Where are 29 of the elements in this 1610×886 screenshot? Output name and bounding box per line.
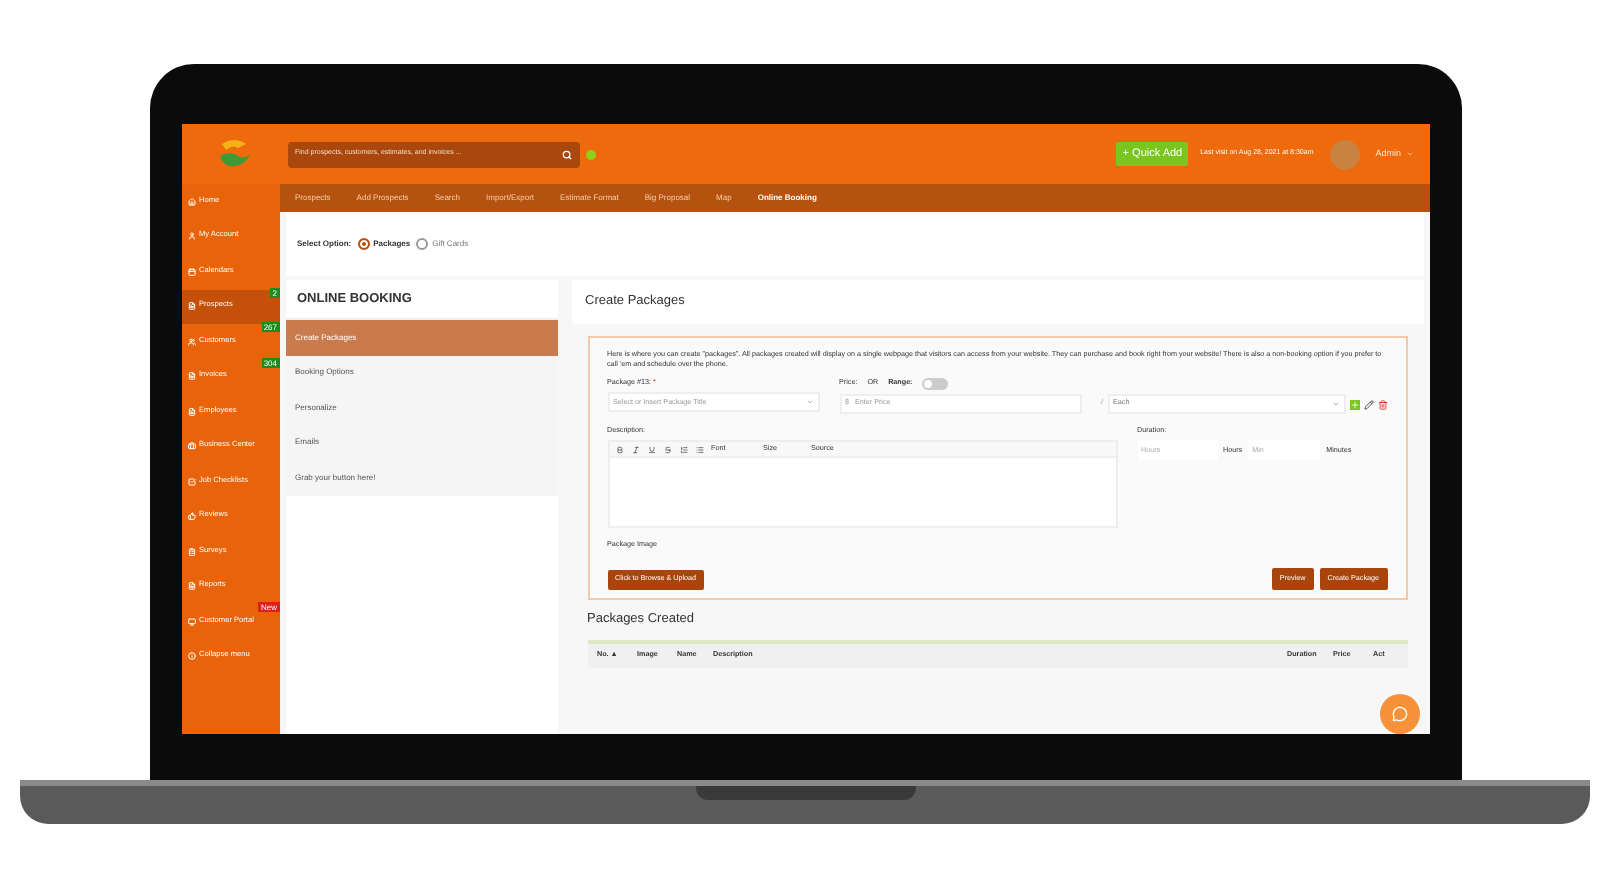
menu-icon (187, 337, 195, 346)
radio-button[interactable] (416, 238, 429, 250)
menu-icon (187, 477, 195, 486)
menu-icon (187, 302, 195, 311)
chat-icon (1391, 706, 1407, 722)
numbered-list-icon[interactable] (679, 445, 687, 454)
menu-icon (187, 267, 195, 276)
menu-icon (187, 652, 195, 661)
menu-icon (187, 617, 195, 626)
search-icon[interactable] (561, 149, 571, 159)
menu-icon (187, 582, 195, 591)
edit-icon[interactable] (1363, 399, 1373, 409)
italic-icon[interactable] (631, 445, 639, 454)
strikethrough-icon[interactable] (663, 445, 671, 454)
menu-icon (187, 442, 195, 451)
chat-button[interactable] (1379, 694, 1419, 734)
add-icon[interactable] (1349, 399, 1359, 409)
menu-icon (187, 232, 195, 241)
bold-icon[interactable] (615, 445, 623, 454)
delete-icon[interactable] (1377, 399, 1387, 409)
radio-button[interactable] (357, 238, 370, 250)
menu-icon (187, 407, 195, 416)
menu-icon (187, 547, 195, 556)
logo-icon (214, 138, 254, 170)
menu-icon (187, 512, 195, 521)
range-toggle[interactable] (922, 378, 949, 390)
underline-icon[interactable] (647, 445, 655, 454)
menu-icon (187, 372, 195, 381)
menu-icon (187, 197, 195, 206)
